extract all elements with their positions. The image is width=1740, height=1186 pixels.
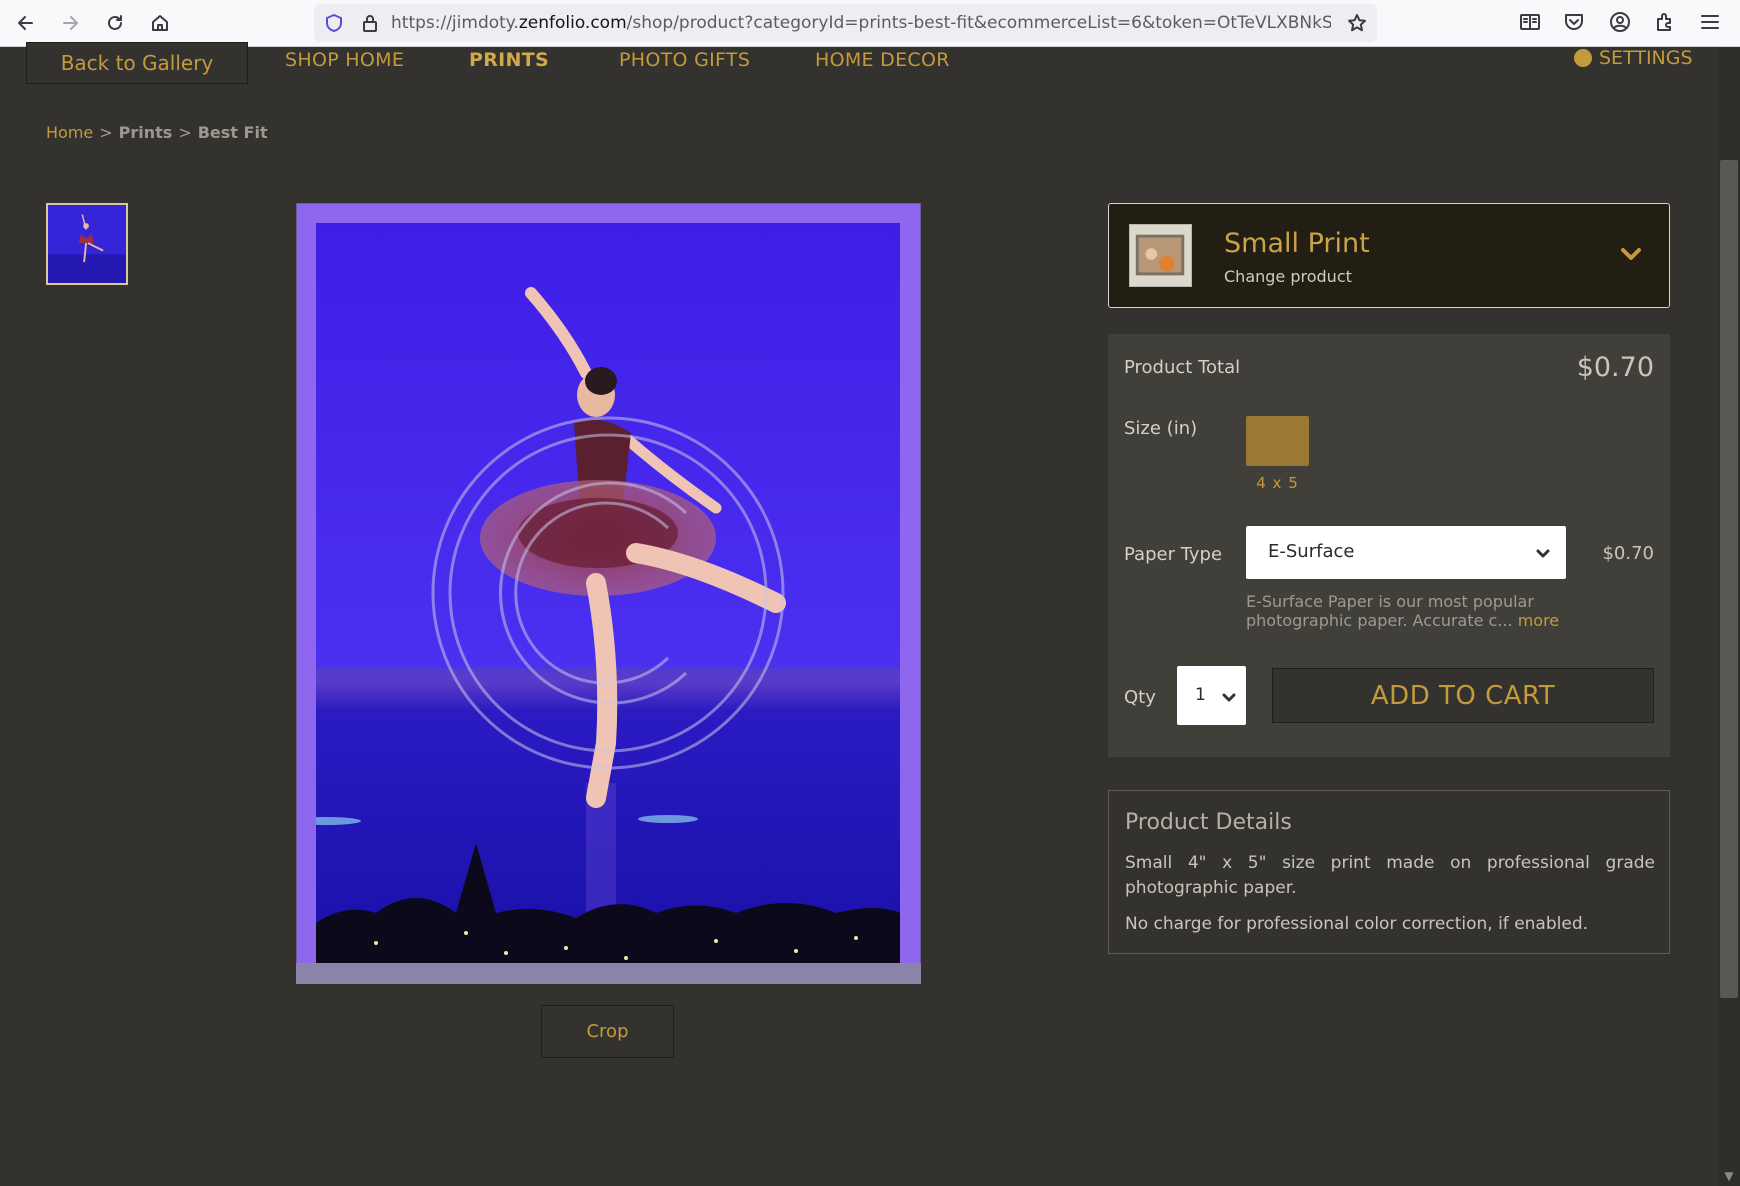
nav-home-decor[interactable]: HOME DECOR: [815, 49, 950, 71]
size-label: Size (in): [1124, 418, 1198, 439]
tracking-shield-icon[interactable]: [324, 13, 344, 33]
more-link[interactable]: more: [1518, 611, 1559, 630]
paper-description: E-Surface Paper is our most popular phot…: [1246, 592, 1576, 630]
product-name: Small Print: [1224, 228, 1370, 259]
bookmark-star-icon[interactable]: [1347, 13, 1367, 33]
extensions-icon[interactable]: [1654, 11, 1678, 35]
nav-prints[interactable]: PRINTS: [469, 49, 549, 71]
breadcrumb-home[interactable]: Home: [46, 123, 93, 142]
breadcrumb-separator: >: [178, 123, 192, 142]
paper-description-text: E-Surface Paper is our most popular phot…: [1246, 592, 1534, 630]
lock-icon[interactable]: [360, 13, 380, 33]
menu-icon[interactable]: [1699, 11, 1723, 35]
back-to-gallery-button[interactable]: Back to Gallery: [26, 42, 248, 84]
nav-shop-home[interactable]: SHOP HOME: [285, 49, 404, 71]
size-option-label: 4 x 5: [1256, 474, 1299, 492]
reload-icon[interactable]: [100, 8, 130, 38]
product-details-title: Product Details: [1125, 810, 1292, 835]
globe-icon: [1574, 49, 1592, 67]
photo-thumbnail[interactable]: [46, 203, 128, 285]
chevron-down-icon[interactable]: [1617, 240, 1645, 268]
dancer-photo: [316, 223, 900, 963]
qty-label: Qty: [1124, 687, 1156, 708]
scroll-down-arrow-icon[interactable]: ▼: [1722, 1170, 1736, 1182]
product-details-note: No charge for professional color correct…: [1125, 914, 1589, 934]
chevron-down-icon: [1222, 689, 1236, 708]
url-text[interactable]: https://jimdoty.zenfolio.com/shop/produc…: [391, 13, 1331, 33]
settings-label: SETTINGS: [1599, 47, 1693, 69]
product-selector[interactable]: Small Print Change product: [1108, 203, 1670, 308]
breadcrumb: Home > Prints > Best Fit: [46, 123, 268, 142]
scrollbar-thumb[interactable]: [1720, 160, 1738, 998]
size-option-4x5[interactable]: [1246, 416, 1309, 466]
breadcrumb-prints[interactable]: Prints: [119, 123, 173, 142]
product-total-value: $0.70: [1576, 352, 1654, 383]
chevron-down-icon: [1536, 545, 1550, 564]
qty-value: 1: [1195, 685, 1206, 705]
product-details-description: Small 4" x 5" size print made on profess…: [1125, 853, 1655, 898]
reader-view-icon[interactable]: [1519, 11, 1543, 35]
add-to-cart-button[interactable]: ADD TO CART: [1272, 668, 1654, 723]
breadcrumb-separator: >: [99, 123, 113, 142]
product-thumbnail: [1129, 224, 1192, 287]
paper-type-price: $0.70: [1602, 543, 1654, 564]
settings-link[interactable]: SETTINGS: [1574, 47, 1693, 69]
forward-arrow-icon[interactable]: [55, 8, 85, 38]
home-icon[interactable]: [145, 8, 175, 38]
product-options-panel: Product Total $0.70 Size (in) 4 x 5 Pape…: [1108, 334, 1670, 757]
breadcrumb-current: Best Fit: [197, 123, 268, 142]
account-icon[interactable]: [1609, 11, 1633, 35]
print-preview-margin: [296, 963, 921, 984]
paper-type-label: Paper Type: [1124, 544, 1223, 565]
paper-type-value: E-Surface: [1268, 541, 1355, 562]
change-product-label: Change product: [1224, 267, 1352, 286]
product-total-label: Product Total: [1124, 357, 1241, 378]
paper-type-select[interactable]: E-Surface: [1246, 526, 1566, 579]
qty-select[interactable]: 1: [1177, 666, 1246, 725]
address-bar[interactable]: https://jimdoty.zenfolio.com/shop/produc…: [314, 4, 1377, 42]
pocket-icon[interactable]: [1563, 11, 1587, 35]
product-details: Product Details Small 4" x 5" size print…: [1108, 790, 1670, 954]
nav-photo-gifts[interactable]: PHOTO GIFTS: [619, 49, 750, 71]
browser-toolbar: https://jimdoty.zenfolio.com/shop/produc…: [0, 0, 1740, 47]
back-arrow-icon[interactable]: [11, 8, 41, 38]
crop-button[interactable]: Crop: [541, 1005, 674, 1058]
